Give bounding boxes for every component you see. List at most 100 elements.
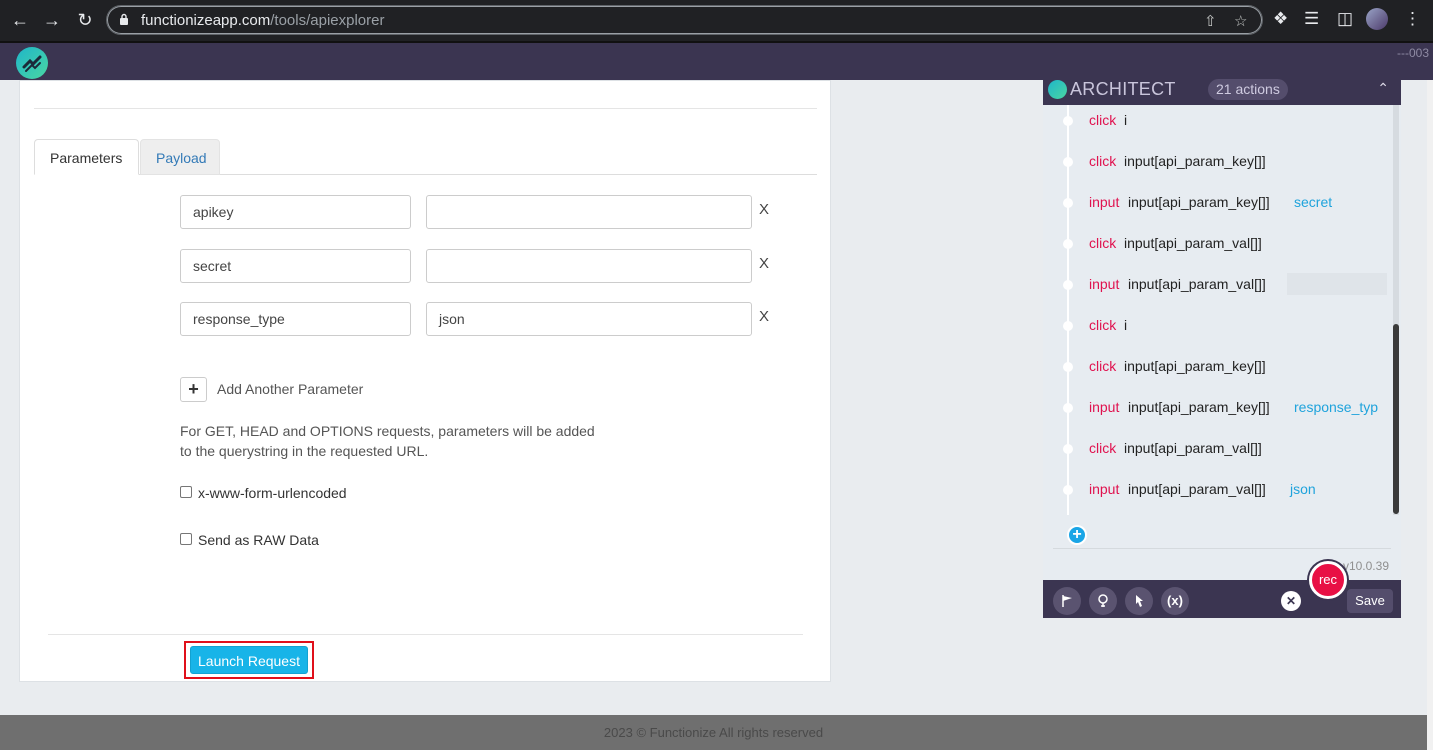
share-icon[interactable]: ⇧ [1204, 12, 1217, 30]
header-id-text: ---003 [1396, 46, 1429, 60]
collapse-chevron-icon[interactable]: ⌃ [1377, 80, 1389, 97]
bookmark-star-icon[interactable]: ☆ [1234, 12, 1247, 30]
action-verb: input [1089, 194, 1120, 210]
param-key-input[interactable]: apikey [180, 195, 411, 229]
close-circle-icon[interactable]: ✕ [1281, 591, 1301, 611]
action-target: input[api_param_key[]] [1128, 194, 1270, 210]
kebab-menu-icon[interactable]: ⋮ [1404, 9, 1421, 29]
action-target: input[api_param_val[]] [1124, 440, 1262, 456]
action-item[interactable]: input input[api_param_val[]] json [1043, 480, 1395, 500]
logo-mark-icon [22, 55, 42, 72]
action-verb: click [1089, 112, 1117, 128]
action-target: i [1124, 112, 1128, 128]
profile-avatar[interactable] [1366, 8, 1388, 30]
forward-arrow-icon[interactable]: → [41, 9, 63, 31]
action-value-empty [1287, 273, 1387, 295]
action-item[interactable]: click input[api_param_key[]] [1043, 357, 1395, 377]
action-list[interactable]: click i click input[api_param_key[]] inp… [1043, 105, 1401, 515]
timeline-dot [1063, 485, 1073, 495]
add-parameter-button[interactable]: + [180, 377, 207, 402]
extensions-icon[interactable]: ❖ [1273, 9, 1288, 29]
action-target: i [1124, 317, 1128, 333]
api-explorer-panel: Parameters Payload apikey X secret X res… [19, 80, 831, 682]
scrollbar-thumb[interactable] [1393, 324, 1399, 514]
param-key-input[interactable]: secret [180, 249, 411, 283]
action-item[interactable]: click input[api_param_key[]] [1043, 152, 1395, 172]
page-footer: 2023 © Functionize All rights reserved [0, 715, 1427, 750]
action-item[interactable]: input input[api_param_key[]] response_ty… [1043, 398, 1395, 418]
timeline-dot [1063, 444, 1073, 454]
add-parameter-label: Add Another Parameter [217, 381, 364, 397]
action-target: input[api_param_val[]] [1124, 235, 1262, 251]
action-verb: click [1089, 440, 1117, 456]
back-arrow-icon[interactable]: ← [9, 9, 31, 31]
save-button[interactable]: Save [1347, 589, 1393, 613]
remove-param-button[interactable]: X [759, 201, 769, 218]
action-value: json [1290, 481, 1316, 497]
lightbulb-icon[interactable] [1089, 587, 1117, 615]
action-verb: click [1089, 317, 1117, 333]
timeline-dot [1063, 403, 1073, 413]
functionize-logo[interactable] [16, 47, 48, 79]
browser-chrome: ← → ↻ functionizeapp.com/tools/apiexplor… [0, 0, 1433, 41]
add-action-button[interactable]: + [1067, 525, 1087, 545]
action-verb: click [1089, 153, 1117, 169]
action-verb: input [1089, 399, 1120, 415]
record-button[interactable]: rec [1309, 561, 1347, 599]
request-tabs: Parameters Payload [34, 139, 817, 175]
param-value-input[interactable] [426, 249, 752, 283]
action-count-badge: 21 actions [1208, 79, 1288, 100]
urlencoded-label: x-www-form-urlencoded [198, 485, 347, 501]
remove-param-button[interactable]: X [759, 308, 769, 325]
flag-icon[interactable] [1053, 587, 1081, 615]
timeline-dot [1063, 362, 1073, 372]
media-control-icon[interactable]: ☰ [1304, 9, 1319, 29]
action-item[interactable]: click input[api_param_val[]] [1043, 439, 1395, 459]
tab-payload[interactable]: Payload [140, 139, 220, 175]
timeline-dot [1063, 239, 1073, 249]
action-target: input[api_param_val[]] [1128, 276, 1266, 292]
url-text: functionizeapp.com/tools/apiexplorer [141, 12, 385, 29]
action-item[interactable]: click i [1043, 316, 1395, 336]
variable-icon[interactable]: (x) [1161, 587, 1189, 615]
action-item[interactable]: input input[api_param_val[]] [1043, 273, 1395, 295]
raw-data-checkbox[interactable] [180, 533, 192, 545]
timeline-dot [1063, 321, 1073, 331]
param-key-input[interactable]: response_type [180, 302, 411, 336]
timeline-dot [1063, 280, 1073, 290]
architect-toolbar: (x) ✕ rec Save [1043, 561, 1401, 618]
action-item[interactable]: click i [1043, 111, 1395, 131]
page-scrollbar[interactable] [1427, 80, 1433, 750]
lock-icon [120, 13, 128, 25]
action-verb: input [1089, 276, 1120, 292]
reload-icon[interactable]: ↻ [74, 9, 96, 31]
launch-highlight-box: Launch Request [184, 641, 314, 679]
side-panel-icon[interactable]: ◫ [1337, 9, 1353, 29]
divider [48, 634, 803, 635]
action-value: response_typ [1294, 399, 1379, 415]
architect-header: ARCHITECT 21 actions ⌃ [1043, 74, 1401, 105]
action-target: input[api_param_key[]] [1124, 153, 1266, 169]
divider [1053, 548, 1391, 549]
param-value-input[interactable]: json [426, 302, 752, 336]
architect-panel: ARCHITECT 21 actions ⌃ click i click inp… [1043, 74, 1401, 618]
address-bar[interactable]: functionizeapp.com/tools/apiexplorer ⇧ ☆ [106, 5, 1263, 35]
divider [34, 108, 817, 109]
param-value-input[interactable] [426, 195, 752, 229]
tab-parameters[interactable]: Parameters [34, 139, 139, 175]
raw-data-label: Send as RAW Data [198, 532, 319, 548]
querystring-note: For GET, HEAD and OPTIONS requests, para… [180, 423, 595, 459]
action-verb: click [1089, 358, 1117, 374]
action-target: input[api_param_val[]] [1128, 481, 1266, 497]
action-verb: click [1089, 235, 1117, 251]
action-item[interactable]: click input[api_param_val[]] [1043, 234, 1395, 254]
action-item[interactable]: input input[api_param_key[]] secret [1043, 193, 1395, 213]
action-target: input[api_param_key[]] [1124, 358, 1266, 374]
pointer-icon[interactable] [1125, 587, 1153, 615]
architect-title: ARCHITECT [1070, 79, 1176, 99]
urlencoded-checkbox[interactable] [180, 486, 192, 498]
architect-logo-icon [1048, 80, 1067, 99]
launch-request-button[interactable]: Launch Request [190, 646, 308, 674]
action-value: secret [1294, 194, 1333, 210]
remove-param-button[interactable]: X [759, 255, 769, 272]
